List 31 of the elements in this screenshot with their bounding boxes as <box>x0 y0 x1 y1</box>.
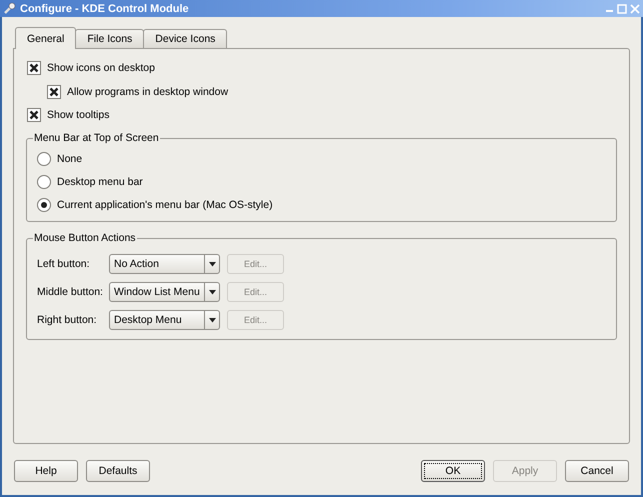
radio-button[interactable] <box>37 152 51 166</box>
dialog-button[interactable]: Defaults <box>86 460 150 482</box>
field-label: Left button: <box>37 258 91 270</box>
checkbox-label: Allow programs in desktop window <box>67 86 228 98</box>
dropdown[interactable]: Window List Menu <box>109 282 220 302</box>
tab[interactable]: File Icons <box>75 29 144 48</box>
checkbox[interactable] <box>47 85 61 99</box>
group-title: Mouse Button Actions <box>33 232 137 244</box>
dropdown[interactable]: No Action <box>109 254 220 274</box>
checkbox-label: Show icons on desktop <box>47 62 155 74</box>
dialog-button[interactable]: OK <box>421 460 485 482</box>
group-title: Menu Bar at Top of Screen <box>33 132 160 144</box>
radio-button[interactable] <box>37 198 51 212</box>
caret-icon <box>208 290 216 294</box>
checkbox[interactable] <box>27 61 41 75</box>
tab[interactable]: General <box>15 27 76 49</box>
tab[interactable]: Device Icons <box>143 29 228 48</box>
checkbox[interactable] <box>27 108 41 122</box>
field-label: Middle button: <box>37 286 104 298</box>
dialog-button[interactable]: Cancel <box>565 460 629 482</box>
field-label: Right button: <box>37 314 98 326</box>
dropdown[interactable]: Desktop Menu <box>109 310 220 330</box>
radio-label: Current application's menu bar (Mac OS-style) <box>57 199 273 211</box>
checkbox-label: Show tooltips <box>47 109 110 121</box>
radio-label: Desktop menu bar <box>57 176 143 188</box>
window-title: Configure - KDE Control Module <box>20 2 190 14</box>
caret-icon <box>208 318 216 322</box>
radio-button[interactable] <box>37 175 51 189</box>
dialog-button[interactable]: Help <box>14 460 78 482</box>
radio-label: None <box>57 153 82 165</box>
caret-icon <box>208 262 216 266</box>
